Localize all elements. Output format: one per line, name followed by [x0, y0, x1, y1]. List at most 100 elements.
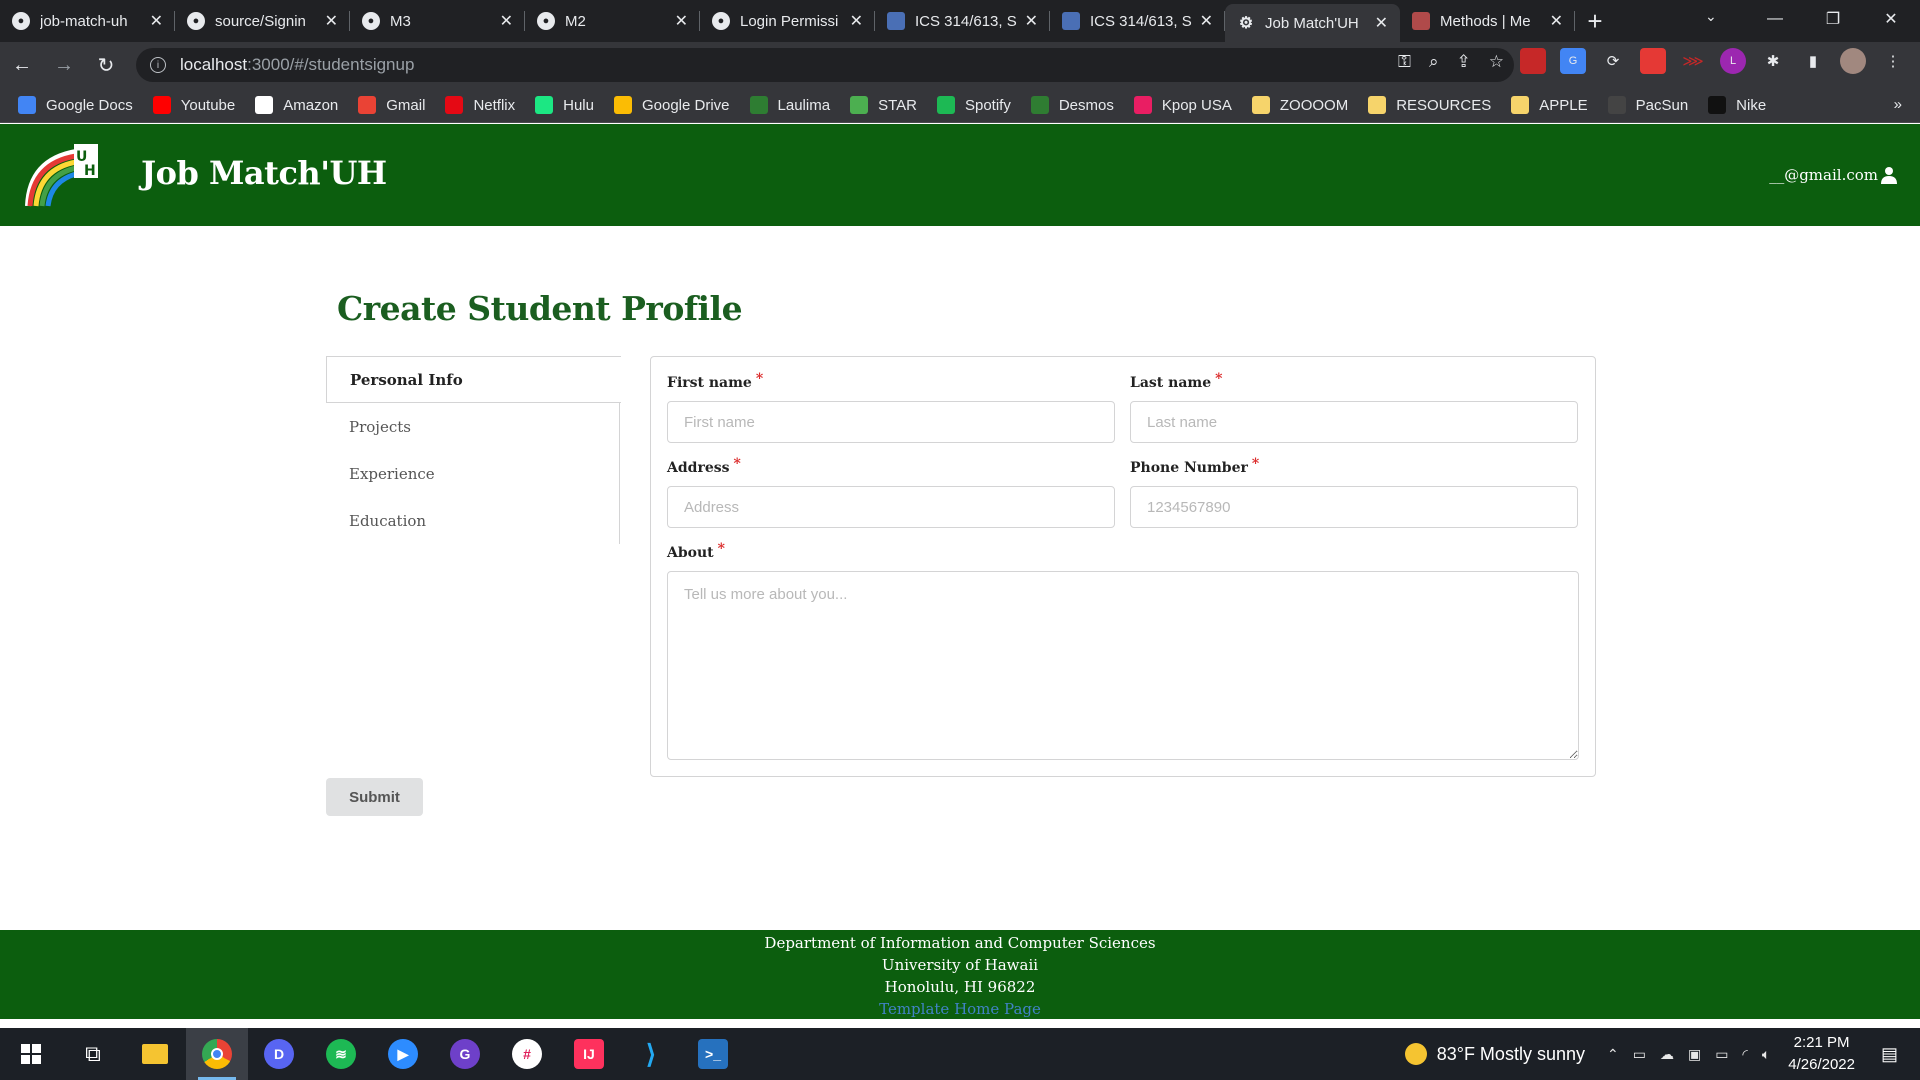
- close-icon[interactable]: ✕: [1200, 11, 1213, 31]
- info-icon[interactable]: i: [150, 57, 166, 73]
- bookmark-zoooom[interactable]: ZOOOOM: [1251, 96, 1348, 114]
- bookmark-amazon[interactable]: Amazon: [255, 96, 338, 114]
- browser-tab[interactable]: ● M2 ✕: [525, 0, 700, 42]
- browser-tab[interactable]: ● job-match-uh ✕: [0, 0, 175, 42]
- bookmark-google-docs[interactable]: Google Docs: [18, 96, 133, 114]
- github-desktop-icon[interactable]: G: [434, 1028, 496, 1080]
- menu-item-experience[interactable]: Experience: [326, 450, 619, 497]
- bookmark-resources[interactable]: RESOURCES: [1368, 96, 1491, 114]
- submit-button[interactable]: Submit: [326, 778, 423, 816]
- avatar[interactable]: [1840, 48, 1866, 74]
- discord-icon[interactable]: D: [248, 1028, 310, 1080]
- extension-icon[interactable]: L: [1720, 48, 1746, 74]
- about-label: About *: [667, 541, 1579, 561]
- bookmark-kpop-usa[interactable]: Kpop USA: [1133, 96, 1232, 114]
- battery-icon[interactable]: ▭: [1715, 1046, 1728, 1063]
- browser-tab[interactable]: ICS 314/613, S ✕: [875, 0, 1050, 42]
- powershell-icon[interactable]: >_: [682, 1028, 744, 1080]
- bookmark-nike[interactable]: Nike: [1708, 96, 1766, 114]
- clock[interactable]: 2:21 PM 4/26/2022: [1788, 1032, 1855, 1076]
- file-explorer-icon[interactable]: [124, 1028, 186, 1080]
- close-icon[interactable]: ✕: [1375, 13, 1388, 33]
- bookmarks-overflow-icon[interactable]: »: [1894, 96, 1902, 113]
- bookmark-ext-icon[interactable]: [1520, 48, 1546, 74]
- bookmark-netflix[interactable]: Netflix: [445, 96, 515, 114]
- bookmark-google-drive[interactable]: Google Drive: [613, 96, 730, 114]
- bookmark-laulima[interactable]: Laulima: [749, 96, 830, 114]
- notifications-icon[interactable]: ▤: [1881, 1044, 1898, 1065]
- key-icon[interactable]: ⚿: [1398, 52, 1411, 72]
- close-icon[interactable]: ✕: [325, 11, 338, 31]
- restore-icon[interactable]: ❐: [1804, 0, 1862, 38]
- browser-tab[interactable]: ● Login Permissi ✕: [700, 0, 875, 42]
- wifi-icon[interactable]: ◜: [1742, 1046, 1747, 1063]
- task-view-icon[interactable]: ⧉: [62, 1028, 124, 1080]
- close-icon[interactable]: ✕: [1550, 11, 1563, 31]
- reload-icon[interactable]: ↻: [86, 45, 126, 85]
- windows-start-icon[interactable]: [0, 1028, 62, 1080]
- display-icon[interactable]: ▣: [1688, 1046, 1701, 1063]
- address-input[interactable]: [667, 486, 1115, 528]
- star-icon[interactable]: ☆: [1489, 52, 1504, 72]
- close-icon[interactable]: ✕: [850, 11, 863, 31]
- bookmark-pacsun[interactable]: PacSun: [1607, 96, 1688, 114]
- footer-university: University of Hawaii: [881, 956, 1039, 974]
- spotify-icon[interactable]: ≋: [310, 1028, 372, 1080]
- close-window-icon[interactable]: ✕: [1862, 0, 1920, 38]
- weather-widget[interactable]: 83°F Mostly sunny: [1404, 1043, 1585, 1065]
- user-menu[interactable]: __@gmail.com: [1769, 166, 1898, 184]
- close-icon[interactable]: ✕: [1025, 11, 1038, 31]
- meet-icon[interactable]: ▭: [1633, 1046, 1646, 1063]
- sidepanel-icon[interactable]: ▮: [1800, 48, 1826, 74]
- puzzle-icon[interactable]: ✱: [1760, 48, 1786, 74]
- uh-logo[interactable]: U H: [24, 142, 100, 208]
- forward-icon[interactable]: →: [44, 45, 84, 85]
- tab-search-icon[interactable]: ⌄: [1705, 8, 1717, 25]
- bookmark-apple[interactable]: APPLE: [1511, 96, 1588, 114]
- menu-item-education[interactable]: Education: [326, 497, 619, 544]
- intellij-icon[interactable]: IJ: [558, 1028, 620, 1080]
- bookmark-star[interactable]: STAR: [850, 96, 917, 114]
- zoom-icon[interactable]: ▶: [372, 1028, 434, 1080]
- browser-tab[interactable]: Methods | Me ✕: [1400, 0, 1575, 42]
- bookmark-desmos[interactable]: Desmos: [1030, 96, 1114, 114]
- chevron-up-icon[interactable]: ⌃: [1607, 1046, 1619, 1063]
- menu-item-personal-info[interactable]: Personal Info: [326, 356, 621, 403]
- bookmark-youtube[interactable]: Youtube: [152, 96, 235, 114]
- about-textarea[interactable]: [667, 571, 1579, 760]
- first-name-input[interactable]: [667, 401, 1115, 443]
- last-name-label: Last name *: [1130, 371, 1578, 391]
- last-name-input[interactable]: [1130, 401, 1578, 443]
- url-bar[interactable]: i localhost:3000/#/studentsignup ⚿ ⌕ ⇪ ☆: [136, 48, 1514, 82]
- back-icon[interactable]: ←: [2, 45, 42, 85]
- volume-icon[interactable]: 🔈︎: [1762, 1046, 1770, 1063]
- extension-icon[interactable]: [1640, 48, 1666, 74]
- browser-tab[interactable]: ICS 314/613, S ✕: [1050, 0, 1225, 42]
- onedrive-icon[interactable]: ☁: [1660, 1046, 1674, 1063]
- close-icon[interactable]: ✕: [500, 11, 513, 31]
- bookmark-gmail[interactable]: Gmail: [358, 96, 425, 114]
- browser-tab[interactable]: ● M3 ✕: [350, 0, 525, 42]
- menu-icon[interactable]: ⋮: [1880, 48, 1906, 74]
- share-icon[interactable]: ⇪: [1457, 52, 1471, 72]
- translate-icon[interactable]: G: [1560, 48, 1586, 74]
- phone-input[interactable]: [1130, 486, 1578, 528]
- minimize-icon[interactable]: —: [1746, 0, 1804, 38]
- close-icon[interactable]: ✕: [675, 11, 688, 31]
- template-home-link[interactable]: Template Home Page: [0, 998, 1920, 1020]
- bookmark-hulu[interactable]: Hulu: [535, 96, 594, 114]
- browser-tab[interactable]: ● source/Signin ✕: [175, 0, 350, 42]
- slack-icon[interactable]: #: [496, 1028, 558, 1080]
- browser-tab-active[interactable]: ⚙ Job Match'UH ✕: [1225, 4, 1400, 42]
- zoom-icon[interactable]: ⌕: [1429, 52, 1439, 72]
- menu-item-projects[interactable]: Projects: [326, 403, 619, 450]
- vscode-icon[interactable]: ⟩: [620, 1028, 682, 1080]
- sync-icon[interactable]: ⟳: [1600, 48, 1626, 74]
- chrome-taskbar-icon[interactable]: [186, 1028, 248, 1080]
- extension-icon[interactable]: ⋙: [1680, 48, 1706, 74]
- label-text: First name: [667, 375, 752, 391]
- brand-title[interactable]: Job Match'UH: [141, 154, 387, 192]
- new-tab-button[interactable]: +: [1575, 0, 1615, 42]
- close-icon[interactable]: ✕: [150, 11, 163, 31]
- bookmark-spotify[interactable]: Spotify: [936, 96, 1011, 114]
